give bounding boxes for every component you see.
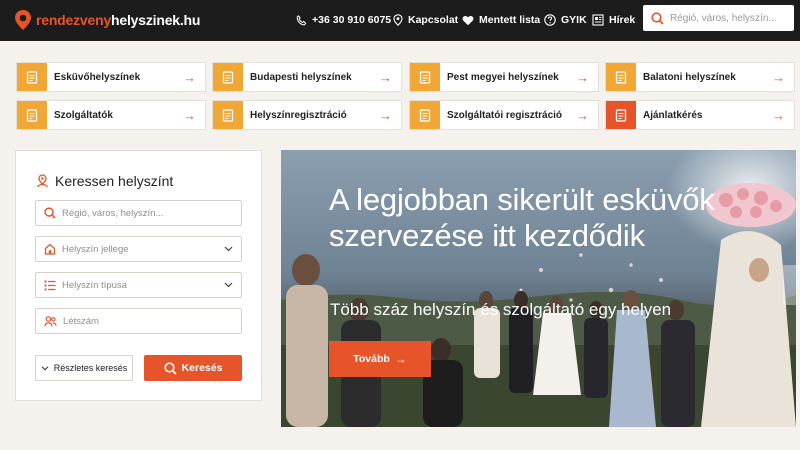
arrow-right-icon: → [183,107,196,123]
header-search-input[interactable]: Régió, város, helyszín... [643,5,794,31]
chevron-down-icon [224,246,233,252]
nav-news-label: Hírek [609,14,636,26]
document-icon [410,63,440,91]
search-button-label: Keresés [181,362,223,374]
category-label: Esküvőhelyszínek [54,71,141,83]
document-icon [17,63,47,91]
header-search-placeholder: Régió, város, helyszín... [670,12,777,24]
document-icon [410,101,440,129]
hero-more-label: Tovább [353,353,390,365]
headcount-input[interactable]: Létszám [35,308,242,334]
arrow-right-icon: → [772,107,785,123]
detailed-search-label: Részletes keresés [53,363,128,373]
headcount-placeholder: Létszám [63,315,99,327]
nav-saved-label: Mentett lista [479,14,541,26]
heart-icon [462,15,474,25]
top-navigation-bar: rendezvenyhelyszinek.hu +36 30 910 6075 … [0,0,800,41]
arrow-right-icon: → [379,107,392,123]
category-tile-venue-registration[interactable]: Helyszínregisztráció → [212,100,402,130]
category-tile-provider-registration[interactable]: Szolgáltatói regisztráció → [409,100,599,130]
location-user-icon [36,174,49,188]
hero-more-button[interactable]: Tovább → [329,341,431,377]
nav-saved-list[interactable]: Mentett lista [462,12,540,28]
arrow-right-icon: → [183,69,196,85]
category-tile-pest-county[interactable]: Pest megyei helyszínek → [409,62,599,92]
newspaper-icon [592,14,604,26]
location-search-input[interactable]: Régió, város, helyszín... [35,200,242,226]
house-icon [44,243,56,255]
category-label: Ajánlatkérés [643,109,703,121]
phone-icon [296,14,307,25]
hero-banner: A legjobban sikerült esküvők szervezése … [281,150,796,427]
hero-title: A legjobban sikerült esküvők szervezése … [329,182,715,253]
category-tile-quote-request[interactable]: Ajánlatkérés → [605,100,795,130]
document-icon [213,101,243,129]
document-icon [606,63,636,91]
logo-text-part1: rendezveny [36,12,112,28]
search-panel-title-text: Keressen helyszínt [55,173,174,189]
nav-phone-label: +36 30 910 6075 [312,14,392,26]
document-icon [606,101,636,129]
category-label: Budapesti helyszínek [250,71,352,83]
search-icon [651,11,664,25]
users-icon [44,315,57,326]
search-button[interactable]: Keresés [144,355,242,381]
document-icon [17,101,47,129]
arrow-right-icon: → [576,69,589,85]
category-tile-wedding-venues[interactable]: Esküvőhelyszínek → [16,62,206,92]
category-label: Helyszínregisztráció [250,109,347,121]
map-pin-icon [393,14,403,26]
category-tile-services[interactable]: Szolgáltatók → [16,100,206,130]
category-tile-balaton[interactable]: Balatoni helyszínek → [605,62,795,92]
category-label: Szolgáltatói regisztráció [447,109,563,121]
venue-character-label: Helyszín jellege [62,243,129,255]
category-label: Szolgáltatók [54,109,113,121]
category-label: Pest megyei helyszínek [447,71,559,83]
arrow-right-icon: → [394,352,407,366]
nav-faq-label: GYIK [561,14,587,26]
venue-search-panel: Keressen helyszínt Régió, város, helyszí… [15,150,262,401]
list-icon [44,279,56,291]
chevron-down-icon [224,282,233,288]
venue-type-label: Helyszín típusa [62,279,127,291]
detailed-search-button[interactable]: Részletes keresés [35,355,133,381]
arrow-right-icon: → [576,107,589,123]
site-logo[interactable]: rendezvenyhelyszinek.hu [14,9,200,31]
logo-text-part2: helyszinek.hu [111,12,201,28]
arrow-right-icon: → [379,69,392,85]
category-tile-budapest[interactable]: Budapesti helyszínek → [212,62,402,92]
nav-contact[interactable]: Kapcsolat [393,12,458,28]
location-pin-logo-icon [15,10,31,30]
chevron-down-icon [41,365,49,371]
search-icon [44,207,56,219]
venue-character-select[interactable]: Helyszín jellege [35,236,242,262]
nav-contact-label: Kapcsolat [408,14,459,26]
location-search-placeholder: Régió, város, helyszín... [62,207,164,219]
hero-subtitle: Több száz helyszín és szolgáltató egy he… [330,300,672,319]
category-label: Balatoni helyszínek [643,71,736,83]
carousel-next-button[interactable] [783,265,800,305]
nav-faq[interactable]: GYIK [544,12,587,28]
document-icon [213,63,243,91]
search-panel-title: Keressen helyszínt [36,173,173,189]
nav-phone[interactable]: +36 30 910 6075 [296,12,391,28]
nav-news[interactable]: Hírek [592,12,635,28]
search-icon [163,361,177,375]
venue-type-select[interactable]: Helyszín típusa [35,272,242,298]
arrow-right-icon: → [772,69,785,85]
question-circle-icon [544,14,556,26]
